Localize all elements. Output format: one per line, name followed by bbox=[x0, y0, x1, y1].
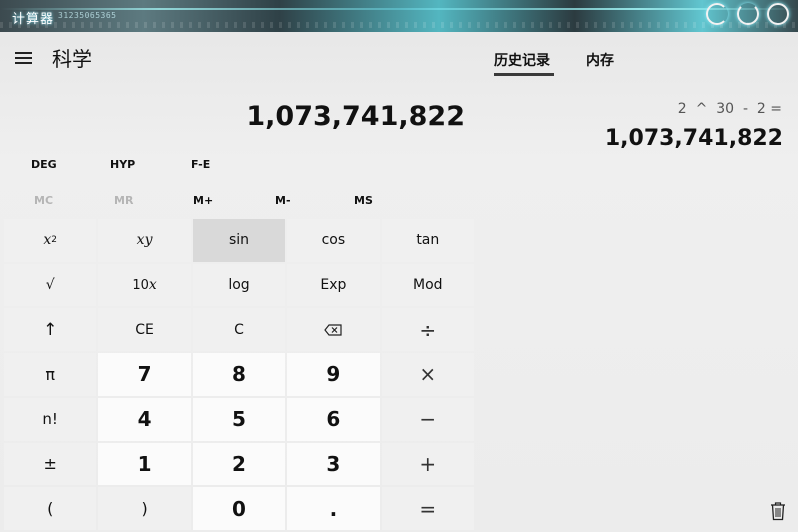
fe-button[interactable]: F-E bbox=[191, 158, 210, 171]
result-display: 1,073,741,822 bbox=[246, 101, 465, 132]
trash-icon[interactable] bbox=[769, 501, 787, 521]
digit-0-button[interactable]: 0 bbox=[192, 487, 286, 530]
digit-1-button[interactable]: 1 bbox=[98, 442, 191, 486]
factorial-button[interactable]: n! bbox=[4, 397, 97, 441]
history-result[interactable]: 1,073,741,822 bbox=[605, 126, 783, 151]
exp-button[interactable]: Exp bbox=[287, 263, 380, 307]
right-paren-button[interactable]: ) bbox=[98, 487, 191, 530]
ms-button[interactable]: MS bbox=[354, 194, 373, 207]
tab-history[interactable]: 历史记录 bbox=[494, 50, 550, 70]
m-plus-button[interactable]: M+ bbox=[193, 194, 213, 207]
close-button[interactable] bbox=[767, 3, 789, 25]
power-button[interactable]: xy bbox=[98, 219, 191, 262]
power-label: x bbox=[136, 232, 145, 249]
left-paren-button[interactable]: ( bbox=[4, 487, 97, 530]
square-button[interactable]: x2 bbox=[4, 219, 97, 262]
ten-power-label: 10 bbox=[132, 277, 149, 293]
backspace-button[interactable] bbox=[287, 308, 380, 352]
digit-2-button[interactable]: 2 bbox=[192, 442, 286, 486]
negate-button[interactable]: ± bbox=[4, 442, 97, 486]
digit-4-button[interactable]: 4 bbox=[98, 397, 191, 441]
square-label: x bbox=[43, 232, 52, 249]
sqrt-button[interactable]: √ bbox=[4, 263, 97, 307]
equals-button[interactable]: = bbox=[381, 487, 474, 530]
title-bar: 计算器 31235065365 bbox=[0, 0, 798, 32]
log-button[interactable]: log bbox=[192, 263, 286, 307]
app-title: 计算器 bbox=[12, 12, 55, 27]
ten-power-button[interactable]: 10 x bbox=[98, 263, 191, 307]
sin-button[interactable]: sin bbox=[192, 219, 286, 262]
title-decoration: 31235065365 bbox=[58, 11, 117, 20]
minimize-button[interactable] bbox=[706, 3, 728, 25]
digit-8-button[interactable]: 8 bbox=[192, 353, 286, 396]
digit-3-button[interactable]: 3 bbox=[287, 442, 380, 486]
pi-button[interactable]: π bbox=[4, 353, 97, 396]
clear-button[interactable]: C bbox=[192, 308, 286, 352]
multiply-button[interactable]: × bbox=[381, 353, 474, 396]
deg-button[interactable]: DEG bbox=[31, 158, 57, 171]
mod-button[interactable]: Mod bbox=[381, 263, 474, 307]
keypad: x2 xy sin cos tan √ 10 x log Exp Mod ↑ CE… bbox=[4, 219, 474, 530]
tan-button[interactable]: tan bbox=[381, 219, 474, 262]
mode-title: 科学 bbox=[52, 47, 92, 71]
add-button[interactable]: + bbox=[381, 442, 474, 486]
digit-5-button[interactable]: 5 bbox=[192, 397, 286, 441]
mc-button[interactable]: MC bbox=[34, 194, 53, 207]
cos-button[interactable]: cos bbox=[287, 219, 380, 262]
m-minus-button[interactable]: M- bbox=[275, 194, 291, 207]
maximize-button[interactable] bbox=[737, 3, 759, 25]
history-expression[interactable]: 2 ^ 30 - 2 = bbox=[678, 101, 782, 117]
backspace-icon bbox=[324, 324, 342, 336]
divide-button[interactable]: ÷ bbox=[381, 308, 474, 352]
digit-9-button[interactable]: 9 bbox=[287, 353, 380, 396]
shift-button[interactable]: ↑ bbox=[4, 308, 97, 352]
decimal-button[interactable]: . bbox=[287, 487, 380, 530]
tab-memory[interactable]: 内存 bbox=[586, 50, 614, 70]
digit-6-button[interactable]: 6 bbox=[287, 397, 380, 441]
clear-entry-button[interactable]: CE bbox=[98, 308, 191, 352]
digit-7-button[interactable]: 7 bbox=[98, 353, 191, 396]
tab-active-indicator bbox=[494, 73, 554, 76]
hyp-button[interactable]: HYP bbox=[110, 158, 135, 171]
menu-icon[interactable] bbox=[14, 51, 34, 65]
mr-button[interactable]: MR bbox=[114, 194, 133, 207]
subtract-button[interactable]: − bbox=[381, 397, 474, 441]
